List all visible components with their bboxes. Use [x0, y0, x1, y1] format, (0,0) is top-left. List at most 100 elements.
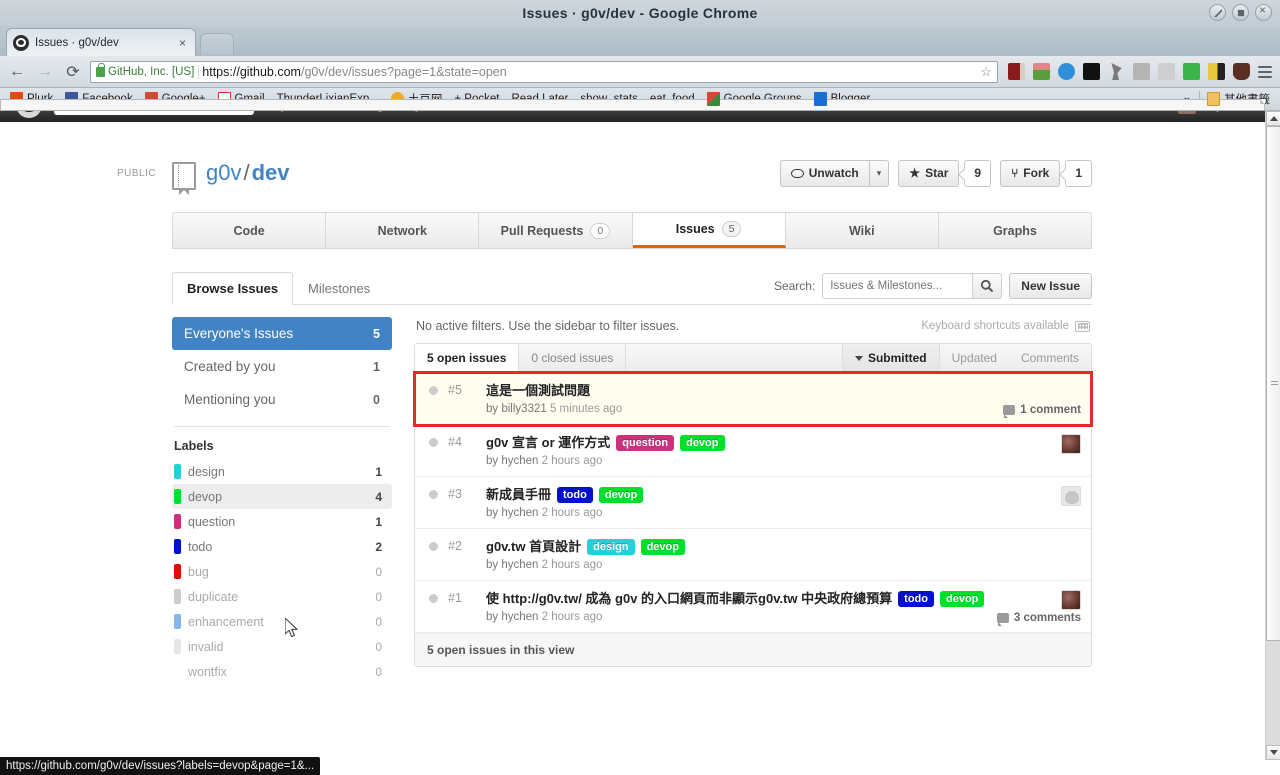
bookmark-star-icon[interactable]: ☆ [980, 64, 994, 80]
info-extension-icon[interactable] [1083, 63, 1100, 80]
kippt-extension-icon[interactable] [1133, 63, 1150, 80]
table-row[interactable]: #5 這是一個測試問題 by billy3321 5 minutes ago 1… [413, 371, 1093, 427]
issue-author[interactable]: hychen [501, 455, 538, 467]
search-submit-button[interactable] [972, 273, 1003, 299]
minimize-button[interactable] [1209, 4, 1226, 21]
layers-extension-icon[interactable] [1033, 63, 1050, 80]
issue-author[interactable]: hychen [501, 559, 538, 571]
nav-link-explore[interactable]: Explore [266, 111, 310, 112]
forward-icon[interactable]: → [34, 61, 56, 83]
state-tab-closed[interactable]: 0 closed issues [519, 344, 627, 372]
repo-owner-link[interactable]: g0v [206, 160, 241, 185]
sidebar-label-todo[interactable]: todo 2 [172, 534, 392, 559]
repo-tab-pull-requests[interactable]: Pull Requests 0 [479, 213, 633, 248]
keyboard-shortcuts-note[interactable]: Keyboard shortcuts available [921, 320, 1090, 332]
issue-label-design[interactable]: design [587, 538, 635, 555]
table-row[interactable]: #1 使 http://g0v.tw/ 成為 g0v 的入口網頁而非顯示g0v.… [415, 581, 1091, 633]
issue-title-row: 新成員手冊 todo devop [486, 486, 1011, 503]
sidebar-item-everyones-issues[interactable]: Everyone's Issues 5 [172, 317, 392, 350]
google-plus-extension-icon[interactable] [1158, 63, 1175, 80]
sidebar-label-enhancement[interactable]: enhancement 0 [172, 609, 392, 634]
keyboard-icon [1075, 320, 1090, 332]
watch-dropdown-caret-icon[interactable]: ▾ [868, 160, 890, 187]
repo-tab-issues[interactable]: Issues 5 [632, 213, 786, 248]
fork-count[interactable]: 1 [1065, 160, 1092, 187]
sidebar-label-question[interactable]: question 1 [172, 509, 392, 534]
cat-extension-icon[interactable] [1233, 63, 1250, 80]
issue-title[interactable]: 使 http://g0v.tw/ 成為 g0v 的入口網頁而非顯示g0v.tw … [486, 590, 892, 607]
sort-updated[interactable]: Updated [940, 344, 1009, 372]
table-row[interactable]: #2 g0v.tw 首頁設計 design devop by hychen 2 … [415, 529, 1091, 581]
lamp-extension-icon[interactable] [1111, 63, 1122, 80]
github-logo-icon[interactable] [16, 111, 42, 118]
bookmark-eat-food[interactable]: eat_food [0, 92, 1265, 110]
close-tab-icon[interactable]: × [176, 36, 189, 50]
browser-tab-active[interactable]: Issues · g0v/dev × [6, 28, 196, 56]
sidebar-label-design[interactable]: design 1 [172, 459, 392, 484]
sort-comments[interactable]: Comments [1009, 344, 1091, 372]
issue-label-question[interactable]: question [616, 434, 675, 451]
nav-link-gist[interactable]: Gist [322, 111, 345, 112]
scroll-down-arrow-icon[interactable] [1266, 745, 1280, 760]
sidebar-item-count: 0 [373, 392, 380, 407]
issue-label-devop[interactable]: devop [680, 434, 725, 451]
close-window-button[interactable] [1255, 4, 1272, 21]
maximize-button[interactable] [1232, 4, 1249, 21]
repo-tab-graphs[interactable]: Graphs [939, 213, 1091, 248]
sidebar-item-mentioning-you[interactable]: Mentioning you 0 [172, 383, 392, 416]
sidebar-label-wontfix[interactable]: wontfix 0 [172, 659, 392, 684]
issue-label-devop[interactable]: devop [939, 590, 985, 607]
star-button[interactable]: ★ Star [898, 160, 960, 187]
subtab-milestones[interactable]: Milestones [293, 272, 385, 305]
sidebar-item-created-by-you[interactable]: Created by you 1 [172, 350, 392, 383]
nav-link-blog[interactable]: Blog [357, 111, 384, 112]
subtab-browse-issues[interactable]: Browse Issues [172, 271, 294, 305]
sidebar-label-duplicate[interactable]: duplicate 0 [172, 584, 392, 609]
issue-label-todo[interactable]: todo [898, 590, 934, 607]
new-tab-button[interactable] [200, 33, 234, 55]
dictionary-extension-icon[interactable] [1008, 63, 1025, 80]
add-extension-icon[interactable] [1183, 63, 1200, 80]
search-input[interactable] [822, 273, 973, 299]
issue-comment-count[interactable]: 1 comment [1003, 404, 1081, 418]
issue-author[interactable]: billy3321 [501, 403, 546, 415]
issue-author[interactable]: hychen [501, 611, 538, 623]
chrome-menu-icon[interactable] [1256, 63, 1274, 81]
scrollbar-track[interactable] [1266, 126, 1280, 745]
back-icon[interactable]: ← [6, 61, 28, 83]
sidebar-label-bug[interactable]: bug 0 [172, 559, 392, 584]
star-count[interactable]: 9 [964, 160, 992, 187]
sidebar-label-devop[interactable]: devop 4 [172, 484, 392, 509]
new-issue-button[interactable]: New Issue [1009, 273, 1092, 299]
repo-tab-network[interactable]: Network [326, 213, 480, 248]
issue-label-todo[interactable]: todo [557, 486, 593, 503]
sidebar-label-invalid[interactable]: invalid 0 [172, 634, 392, 659]
issue-label-devop[interactable]: devop [598, 486, 644, 503]
table-row[interactable]: #3 新成員手冊 todo devop by hychen 2 hours ag… [415, 477, 1091, 529]
sync-extension-icon[interactable] [1058, 63, 1075, 80]
repo-tab-wiki[interactable]: Wiki [786, 213, 939, 248]
page-scrollbar[interactable] [1265, 111, 1280, 760]
account-menu[interactable]: billy3321 [1177, 111, 1249, 114]
issue-title[interactable]: g0v 宣言 or 運作方式 [486, 434, 610, 451]
issue-title[interactable]: 新成員手冊 [486, 486, 551, 503]
state-tab-open[interactable]: 5 open issues [415, 344, 520, 372]
table-row[interactable]: #4 g0v 宣言 or 運作方式 question devop by hych… [415, 425, 1091, 477]
global-search-input[interactable]: Search or type a command [54, 111, 254, 115]
scrollbar-thumb[interactable] [1266, 126, 1280, 641]
repo-tab-code[interactable]: Code [173, 213, 327, 248]
send-to-phone-extension-icon[interactable] [1208, 63, 1225, 80]
issue-author[interactable]: hychen [501, 507, 538, 519]
fork-button[interactable]: ⑂ Fork [1000, 160, 1061, 187]
issue-title[interactable]: g0v.tw 首頁設計 [486, 538, 581, 555]
issue-title[interactable]: 這是一個測試問題 [486, 382, 590, 399]
sort-submitted[interactable]: Submitted [841, 344, 940, 372]
issue-label-devop[interactable]: devop [640, 538, 685, 555]
issue-comment-count[interactable]: 3 comments [996, 612, 1081, 626]
scroll-up-arrow-icon[interactable] [1266, 111, 1280, 126]
reload-icon[interactable]: ⟳ [62, 61, 84, 83]
nav-link-help[interactable]: Help [396, 111, 422, 112]
unwatch-button[interactable]: Unwatch [779, 160, 869, 187]
address-bar[interactable]: GitHub, Inc. [US] https://github.com/g0v… [90, 60, 998, 83]
repo-name-link[interactable]: dev [252, 160, 290, 185]
